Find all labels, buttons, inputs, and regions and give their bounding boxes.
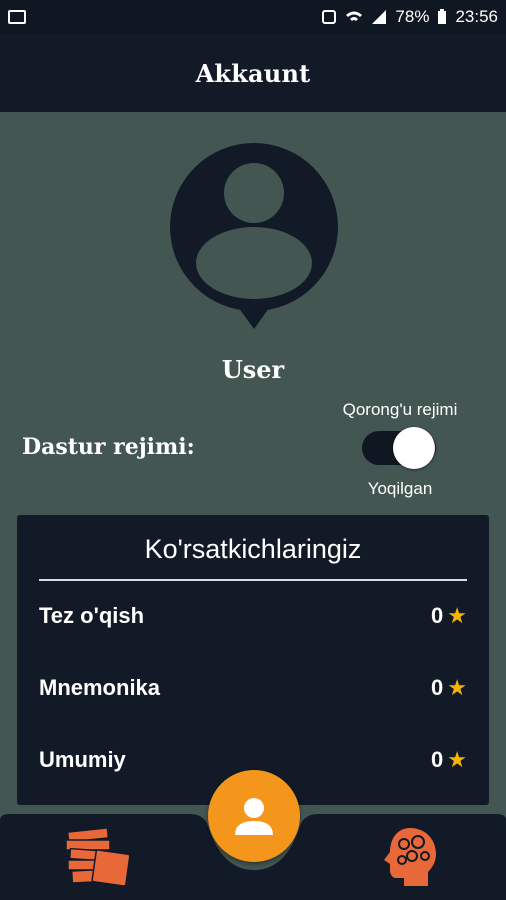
account-fab[interactable] [208,770,300,862]
divider [39,579,467,581]
stat-value: 0 [431,603,444,628]
brain-gears-icon[interactable] [382,826,438,893]
app-bar: Akkaunt [0,34,506,112]
signal-icon [372,10,387,24]
stat-label: Mnemonika [39,675,161,700]
toggle-knob [393,427,435,469]
dark-mode-caption: Qorong'u rejimi [342,400,458,419]
wifi-icon [346,11,363,21]
stat-label: Umumiy [39,747,126,772]
books-icon[interactable] [64,826,132,893]
status-bar: 78% 23:56 [0,0,506,34]
star-icon: ★ [447,603,467,628]
stat-value: 0 [431,675,444,700]
stat-label: Tez o'qish [39,603,145,628]
stat-row-tez-oqish: Tez o'qish 0 ★ [39,603,467,629]
star-icon: ★ [447,747,467,772]
clock: 23:56 [455,7,498,26]
battery-icon [438,9,447,24]
toggle-state-text: Yoqilgan [367,479,433,498]
app-mode-label: Dastur rejimi: [22,434,195,460]
stat-row-mnemonika: Mnemonika 0 ★ [39,675,467,701]
username: User [221,355,285,384]
avatar[interactable] [168,143,340,333]
user-icon [235,798,273,835]
dark-mode-toggle[interactable] [362,427,436,469]
star-icon: ★ [447,675,467,700]
stats-panel: Ko'rsatkichlaringiz Tez o'qish 0 ★ Mnemon… [17,515,489,805]
stat-value: 0 [431,747,444,772]
battery-percent: 78% [395,7,430,26]
alarm-icon [322,10,337,24]
user-avatar-icon [170,143,338,329]
stats-title: Ko'rsatkichlaringiz [144,534,362,564]
page-title: Akkaunt [195,58,311,88]
image-notification-icon [8,10,26,24]
